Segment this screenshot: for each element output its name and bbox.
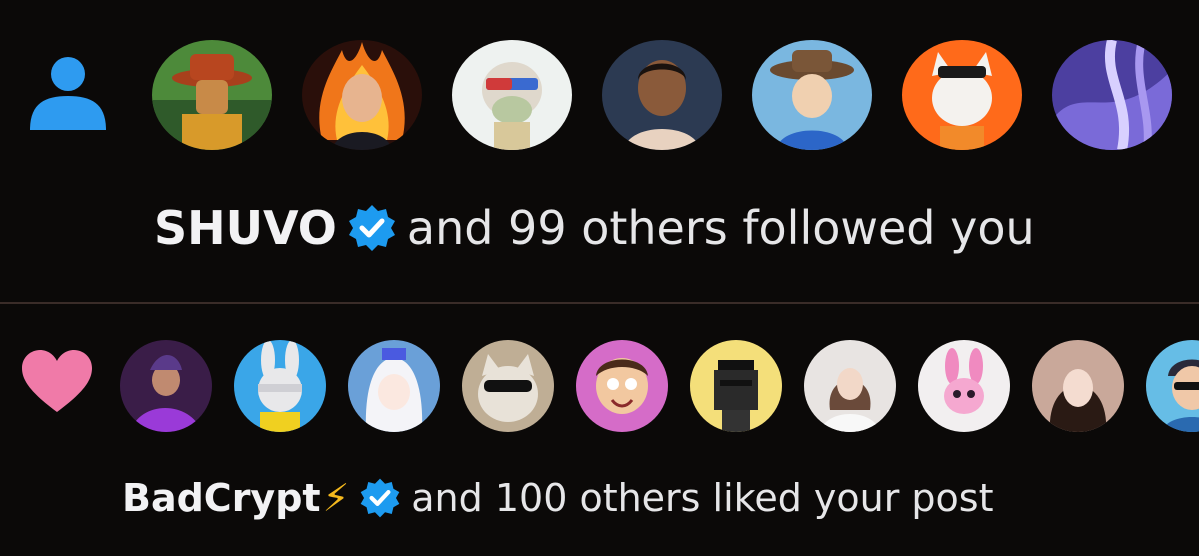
actor-name[interactable]: SHUVO <box>154 201 337 255</box>
like-notification[interactable]: BadCrypt ⚡ and 100 others liked your pos… <box>0 306 1199 556</box>
avatar-cool-cat[interactable] <box>462 340 554 432</box>
avatar-purple-abstract[interactable] <box>1052 40 1172 150</box>
avatar-cartoon-boy[interactable] <box>576 340 668 432</box>
follow-message: SHUVO and 99 others followed you <box>154 196 1035 260</box>
avatar-pirate-cat[interactable] <box>902 40 1022 150</box>
avatar-woman-white[interactable] <box>804 340 896 432</box>
like-message-text: and 100 others liked your post <box>411 476 994 520</box>
actor-name[interactable]: BadCrypt <box>122 476 321 520</box>
person-icon <box>26 52 110 132</box>
avatar-ape-nft[interactable] <box>452 40 572 150</box>
verified-badge-icon <box>347 203 397 253</box>
avatar-woman-dark[interactable] <box>1032 340 1124 432</box>
verified-badge-icon <box>359 477 401 519</box>
follow-message-text: and 99 others followed you <box>406 201 1035 255</box>
avatar-pixel-punk[interactable] <box>690 340 782 432</box>
avatar-purple-hero[interactable] <box>120 340 212 432</box>
follow-notification[interactable]: SHUVO and 99 others followed you <box>0 0 1199 304</box>
avatar-pink-bunny[interactable] <box>918 340 1010 432</box>
avatar-man-sunglasses[interactable] <box>1146 340 1199 432</box>
lightning-icon: ⚡ <box>322 476 350 520</box>
avatar-cowboy[interactable] <box>752 40 872 150</box>
avatar-hat-man[interactable] <box>152 40 272 150</box>
avatar-fire-woman[interactable] <box>302 40 422 150</box>
avatar-man-portrait[interactable] <box>602 40 722 150</box>
like-message: BadCrypt ⚡ and 100 others liked your pos… <box>122 468 994 528</box>
notification-divider <box>0 302 1199 304</box>
avatar-bunny-bandage[interactable] <box>234 340 326 432</box>
avatar-anime-girl[interactable] <box>348 340 440 432</box>
heart-icon <box>20 348 94 414</box>
